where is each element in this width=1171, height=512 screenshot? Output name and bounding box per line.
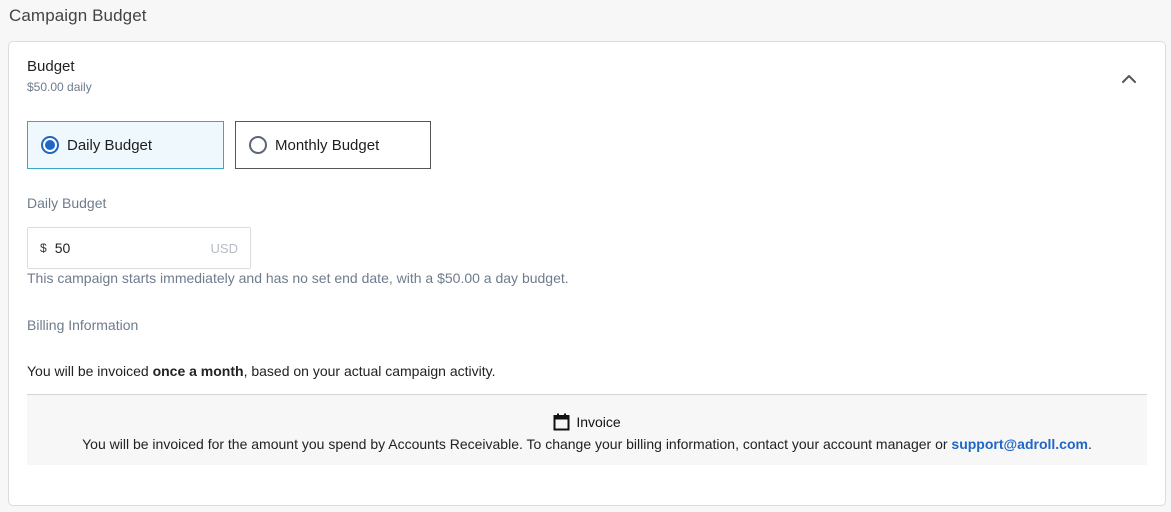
billing-info-label: Billing Information bbox=[27, 317, 139, 333]
daily-budget-input[interactable] bbox=[54, 240, 211, 256]
budget-card: Budget $50.00 daily Daily Budget Monthly… bbox=[8, 41, 1166, 506]
section-title: Campaign Budget bbox=[9, 6, 147, 25]
daily-budget-label: Daily Budget bbox=[27, 195, 107, 211]
calendar-icon bbox=[553, 413, 570, 431]
budget-summary: $50.00 daily bbox=[27, 80, 92, 94]
daily-budget-option[interactable]: Daily Budget bbox=[27, 121, 224, 169]
invoice-note-end: , based on your actual campaign activity… bbox=[243, 363, 496, 379]
invoice-frequency-note: You will be invoiced once a month, based… bbox=[27, 363, 495, 379]
currency-suffix: USD bbox=[210, 240, 238, 256]
invoice-heading: Invoice bbox=[27, 413, 1147, 431]
budget-help-text: This campaign starts immediately and has… bbox=[27, 270, 569, 286]
collapse-button[interactable] bbox=[1119, 71, 1139, 87]
currency-prefix: $ bbox=[40, 241, 47, 255]
invoice-box: Invoice You will be invoiced for the amo… bbox=[27, 395, 1147, 465]
invoice-text: You will be invoiced for the amount you … bbox=[82, 436, 952, 452]
support-email-link[interactable]: support@adroll.com bbox=[951, 436, 1088, 452]
invoice-note-start: You will be invoiced bbox=[27, 363, 153, 379]
budget-title: Budget bbox=[27, 58, 75, 75]
monthly-budget-option-label: Monthly Budget bbox=[275, 136, 380, 154]
invoice-note-bold: once a month bbox=[152, 363, 244, 379]
invoice-period: . bbox=[1087, 436, 1092, 452]
daily-budget-field[interactable]: $ USD bbox=[27, 227, 251, 269]
invoice-title: Invoice bbox=[576, 414, 621, 430]
daily-budget-option-label: Daily Budget bbox=[67, 136, 153, 154]
daily-budget-radio[interactable] bbox=[41, 136, 59, 154]
chevron-up-icon bbox=[1122, 75, 1136, 83]
budget-header: Budget $50.00 daily bbox=[27, 58, 92, 94]
invoice-description: You will be invoiced for the amount you … bbox=[27, 436, 1147, 452]
monthly-budget-radio[interactable] bbox=[249, 136, 267, 154]
monthly-budget-option[interactable]: Monthly Budget bbox=[235, 121, 431, 169]
